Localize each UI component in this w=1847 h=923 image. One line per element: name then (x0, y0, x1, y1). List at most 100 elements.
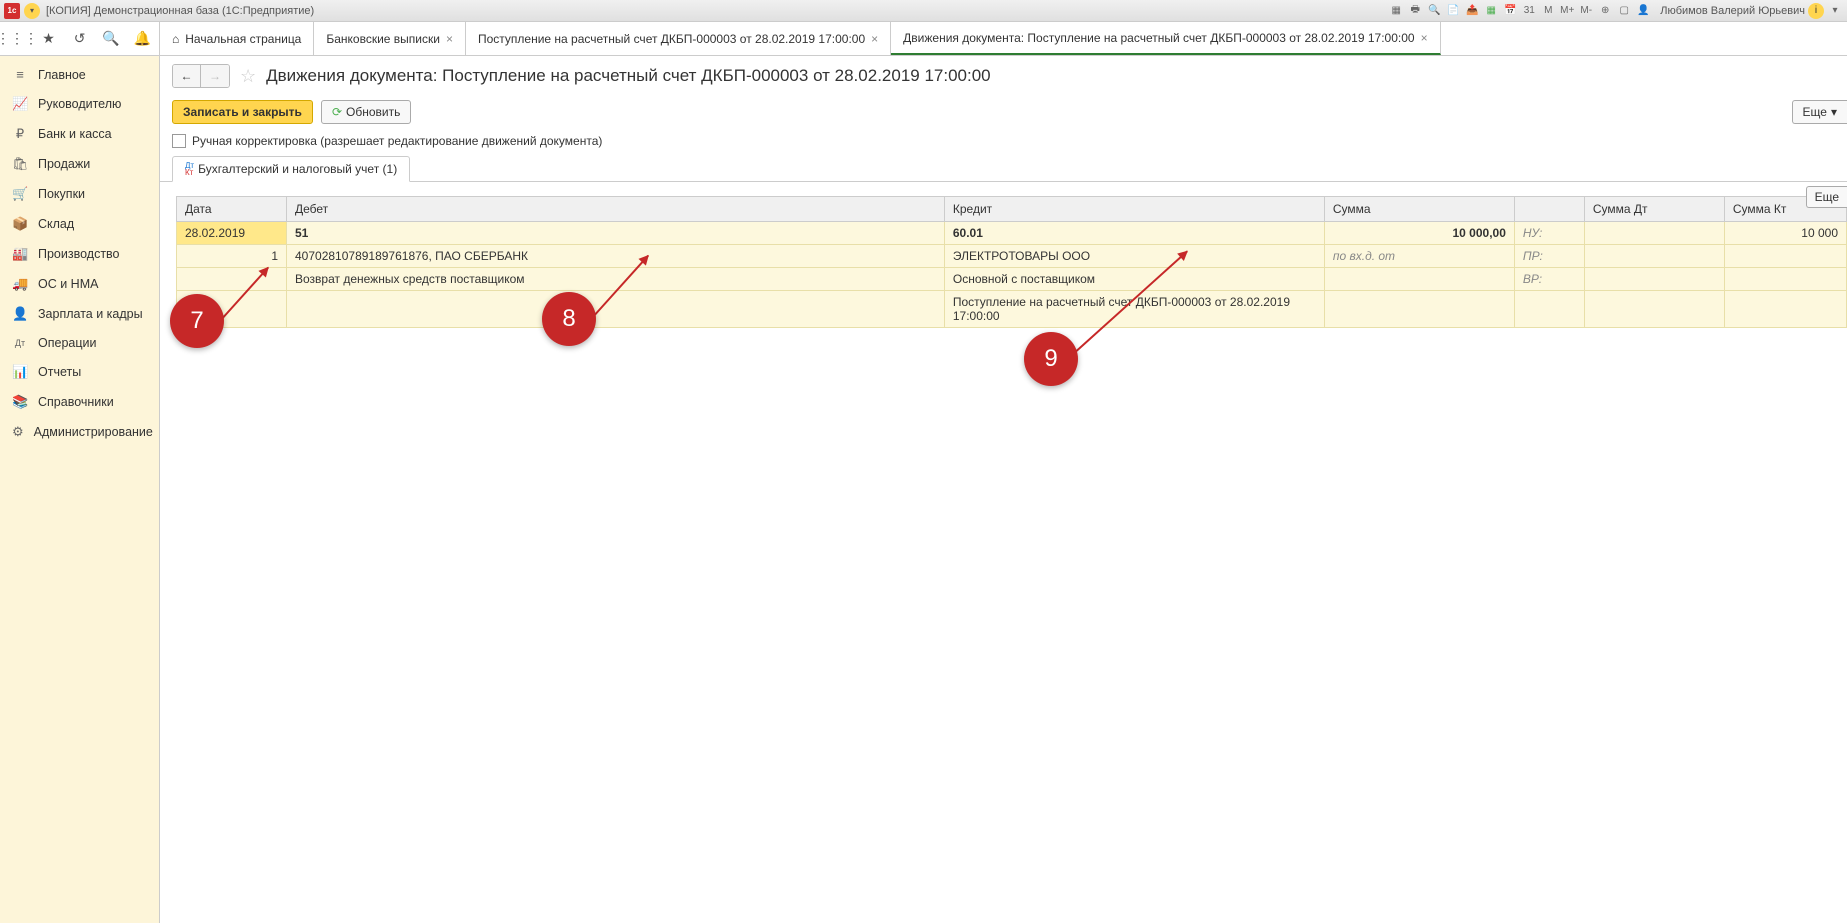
chevron-down-icon: ▾ (1831, 105, 1837, 119)
refresh-button[interactable]: ⟳ Обновить (321, 100, 411, 124)
cell-debit-sub1: 40702810789189761876, ПАО СБЕРБАНК (287, 245, 945, 268)
cell-sum: 10 000,00 (1324, 222, 1514, 245)
more-label: Еще (1803, 105, 1827, 119)
dtkt-icon: Дт (12, 338, 28, 348)
favorite-star-icon[interactable]: ☆ (240, 66, 256, 87)
calc-icon[interactable]: ▦ (1483, 3, 1499, 19)
tab-home[interactable]: ⌂ Начальная страница (160, 22, 314, 55)
tab-bank-statements[interactable]: Банковские выписки × (314, 22, 466, 55)
cell-sum-kt: 10 000 (1724, 222, 1846, 245)
tb-icon[interactable]: ▾ (1827, 3, 1843, 19)
sidebar-item-operations[interactable]: ДтОперации (0, 329, 159, 357)
col-credit[interactable]: Кредит (944, 197, 1324, 222)
sidebar-item-production[interactable]: 🏭Производство (0, 239, 159, 269)
m-minus-button[interactable]: M- (1578, 3, 1594, 19)
sidebar-item-bank[interactable]: ₽Банк и касса (0, 119, 159, 149)
cell-nu: НУ: (1514, 222, 1584, 245)
dropdown-icon[interactable]: ▾ (24, 3, 40, 19)
cell-empty (1584, 222, 1724, 245)
dtkt-icon: ДтКт (185, 162, 194, 176)
m-plus-button[interactable]: M+ (1559, 3, 1575, 19)
tb-icon[interactable]: 📄 (1445, 3, 1461, 19)
sidebar-item-reports[interactable]: 📊Отчеты (0, 357, 159, 387)
book-icon: 📚 (12, 394, 28, 410)
sidebar-item-purchases[interactable]: 🛒Покупки (0, 179, 159, 209)
subtab-row: ДтКт Бухгалтерский и налоговый учет (1) (160, 156, 1847, 182)
col-sum-dt[interactable]: Сумма Дт (1584, 197, 1724, 222)
cell-empty (1724, 291, 1846, 328)
print-icon[interactable]: 🖶 (1407, 3, 1423, 19)
cell-credit-sub2: Основной с поставщиком (944, 268, 1324, 291)
cell-debit-sub2: Возврат денежных средств поставщиком (287, 268, 945, 291)
back-button[interactable]: ← (173, 65, 201, 87)
date-icon[interactable]: 31 (1521, 3, 1537, 19)
tool-icons: ⋮⋮⋮ ★ ↺ 🔍 🔔 (0, 22, 160, 55)
close-icon[interactable]: × (1421, 31, 1428, 45)
cell-credit-sub1: ЭЛЕКТРОТОВАРЫ ООО (944, 245, 1324, 268)
sidebar-label: Администрирование (34, 425, 153, 439)
sidebar-label: Продажи (38, 157, 90, 171)
history-icon[interactable]: ↺ (71, 30, 88, 48)
forward-button[interactable]: → (201, 65, 229, 87)
m-button[interactable]: M (1540, 3, 1556, 19)
table-row[interactable]: Возврат денежных средств поставщиком Осн… (177, 268, 1847, 291)
calendar-icon[interactable]: 📅 (1502, 3, 1518, 19)
sidebar-label: Справочники (38, 395, 114, 409)
postings-table: Дата Дебет Кредит Сумма Сумма Дт Сумма К… (176, 196, 1847, 328)
table-row[interactable]: 1 40702810789189761876, ПАО СБЕРБАНК ЭЛЕ… (177, 245, 1847, 268)
sidebar-item-main[interactable]: ≡Главное (0, 60, 159, 89)
sidebar-item-sales[interactable]: 🛍Продажи (0, 149, 159, 179)
cell-empty (1324, 291, 1514, 328)
tb-icon[interactable]: 📤 (1464, 3, 1480, 19)
sidebar-item-admin[interactable]: ⚙Администрирование (0, 417, 159, 447)
close-icon[interactable]: × (871, 32, 878, 46)
search-icon[interactable]: 🔍 (102, 30, 119, 48)
table-row[interactable]: 28.02.2019 51 60.01 10 000,00 НУ: 10 000 (177, 222, 1847, 245)
more-button[interactable]: Еще ▾ (1792, 100, 1847, 124)
sidebar-item-manager[interactable]: 📈Руководителю (0, 89, 159, 119)
tab-label: Движения документа: Поступление на расче… (903, 31, 1414, 45)
sidebar-item-references[interactable]: 📚 Справочники (0, 387, 159, 417)
barchart-icon: 📊 (12, 364, 28, 380)
col-sum[interactable]: Сумма (1324, 197, 1514, 222)
info-icon[interactable]: i (1808, 3, 1824, 19)
star-icon[interactable]: ★ (40, 30, 57, 48)
table-row[interactable]: Поступление на расчетный счет ДКБП-00000… (177, 291, 1847, 328)
user-icon: 👤 (1635, 3, 1651, 19)
page-title: Движения документа: Поступление на расче… (266, 66, 991, 86)
sidebar-item-warehouse[interactable]: 📦Склад (0, 209, 159, 239)
cell-empty (1584, 291, 1724, 328)
refresh-label: Обновить (346, 105, 400, 119)
cell-credit-acc: 60.01 (944, 222, 1324, 245)
sidebar-item-assets[interactable]: 🚚ОС и НМА (0, 269, 159, 299)
tb-icon[interactable]: 🔍 (1426, 3, 1442, 19)
bell-icon[interactable]: 🔔 (134, 30, 151, 48)
tb-icon[interactable]: ⊕ (1597, 3, 1613, 19)
table-more-button[interactable]: Еще (1806, 186, 1847, 208)
annotation-circle-8: 8 (542, 292, 596, 346)
cell-empty (1584, 245, 1724, 268)
sidebar-label: Склад (38, 217, 74, 231)
sidebar-item-salary[interactable]: 👤Зарплата и кадры (0, 299, 159, 329)
tb-icon[interactable]: ▦ (1388, 3, 1404, 19)
col-debit[interactable]: Дебет (287, 197, 945, 222)
save-close-button[interactable]: Записать и закрыть (172, 100, 313, 124)
more-label: Еще (1815, 190, 1839, 204)
tab-movements[interactable]: Движения документа: Поступление на расче… (891, 22, 1440, 55)
close-icon[interactable]: × (446, 32, 453, 46)
subtab-accounting[interactable]: ДтКт Бухгалтерский и налоговый учет (1) (172, 156, 410, 182)
tab-receipt[interactable]: Поступление на расчетный счет ДКБП-00000… (466, 22, 891, 55)
app-logo-icon: 1c (4, 3, 20, 19)
cell-vr: ВР: (1514, 268, 1584, 291)
cell-empty (1584, 268, 1724, 291)
apps-icon[interactable]: ⋮⋮⋮ (8, 30, 26, 48)
manual-edit-checkbox[interactable] (172, 134, 186, 148)
home-icon: ⌂ (172, 32, 179, 46)
tab-label: Банковские выписки (326, 32, 440, 46)
col-date[interactable]: Дата (177, 197, 287, 222)
tb-icon[interactable]: ▢ (1616, 3, 1632, 19)
chart-icon: 📈 (12, 96, 28, 112)
page-header: ← → ☆ Движения документа: Поступление на… (160, 56, 1847, 96)
tab-bar: ⌂ Начальная страница Банковские выписки … (160, 22, 1847, 55)
sidebar-label: Покупки (38, 187, 85, 201)
